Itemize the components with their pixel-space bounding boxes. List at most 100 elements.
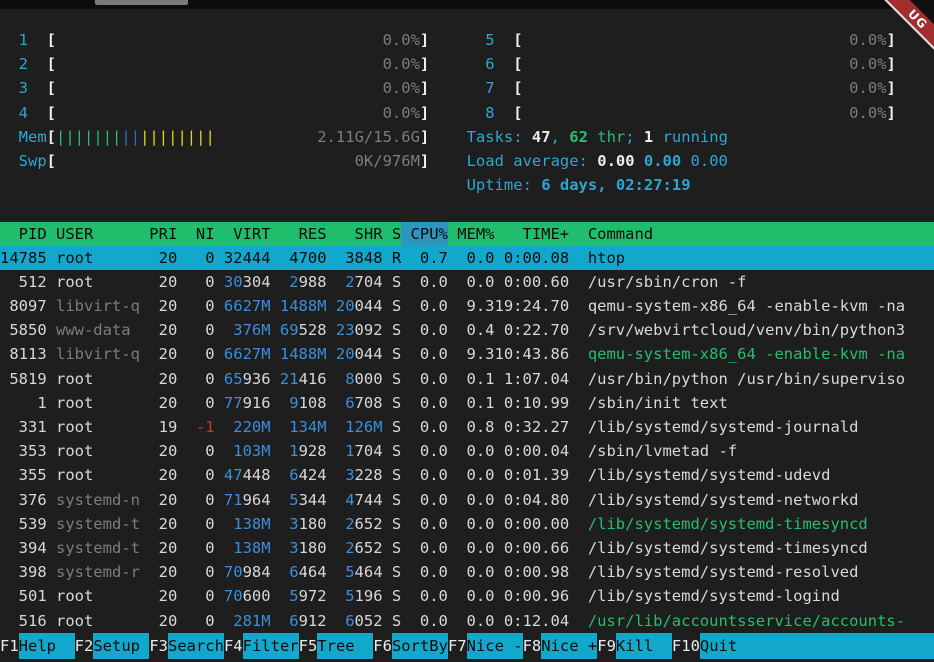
mem-tasks-line: Mem [ |||||||||||||||||2.11G/15.6G ] Tas… [0,125,934,149]
cell-ni: 0 [177,560,214,584]
col-time[interactable]: TIME+ [495,222,570,246]
mem-meter-value: 2.11G/15.6G [317,125,420,149]
process-row[interactable]: 501 root 20 0 70600 5972 5196 S 0.0 0.0 … [0,584,934,608]
fn-key-label[interactable]: Quit [700,633,934,659]
process-row[interactable]: 353 root 20 0 103M 1928 1704 S 0.0 0.0 0… [0,439,934,463]
fn-key[interactable]: F10 [672,633,700,659]
cell-shr: 23092 [327,318,383,342]
col-virt[interactable]: VIRT [215,222,271,246]
cell-user: systemd-t [56,536,140,560]
cell-user: root [56,246,140,270]
col-user[interactable]: USER [56,222,140,246]
process-row[interactable]: 539 systemd-t 20 0 138M 3180 2652 S 0.0 … [0,512,934,536]
cell-time: 0:00.98 [495,560,570,584]
process-row[interactable]: 5819 root 20 0 65936 21416 8000 S 0.0 0.… [0,367,934,391]
cell-mem: 9.3 [448,342,495,366]
process-row[interactable]: 8097 libvirt-q 20 0 6627M 1488M 20044 S … [0,294,934,318]
cell-time: 1:07.04 [495,367,570,391]
fn-key[interactable]: F1 [0,633,19,659]
cell-cpu: 0.0 [401,536,448,560]
process-row[interactable]: 376 systemd-n 20 0 71964 5344 4744 S 0.0… [0,488,934,512]
mem-bar: | [84,128,93,146]
cpu-bracket-close: ] [420,52,429,76]
running-count: 1 [644,125,653,149]
cell-mem: 0.8 [448,415,495,439]
window-drag-handle[interactable] [95,0,188,5]
col-pid[interactable]: PID [0,222,47,246]
fn-key-label[interactable]: SortBy [392,633,448,659]
tasks-count: 47 [532,125,551,149]
fn-key[interactable]: F5 [299,633,318,659]
cell-shr: 1704 [327,439,383,463]
cell-res: 6424 [271,463,327,487]
col-mem[interactable]: MEM% [448,222,495,246]
col-shr[interactable]: SHR [327,222,383,246]
swp-bracket-open: [ [47,149,56,173]
cell-shr: 2704 [327,270,383,294]
col-pri[interactable]: PRI [140,222,177,246]
cpu-meter-value: 0.0% [56,101,420,125]
cell-ni: 0 [177,391,214,415]
cell-pri: 20 [140,270,177,294]
cell-mem: 0.0 [448,439,495,463]
cell-command: /lib/systemd/systemd-resolved [588,560,934,584]
process-row[interactable]: 355 root 20 0 47448 6424 3228 S 0.0 0.0 … [0,463,934,487]
fn-key[interactable]: F4 [224,633,243,659]
cell-cpu: 0.0 [401,560,448,584]
cpu-meter-value: 0.0% [56,52,420,76]
cell-virt: 77916 [215,391,271,415]
fn-key-label[interactable]: Tree [317,633,373,659]
process-row[interactable]: 394 systemd-t 20 0 138M 3180 2652 S 0.0 … [0,536,934,560]
load-label: Load average: [467,149,598,173]
cell-pri: 20 [140,560,177,584]
cell-mem: 0.0 [448,560,495,584]
cell-pid: 5850 [0,318,47,342]
cell-command: /usr/lib/accountsservice/accounts- [588,609,934,633]
cell-pri: 20 [140,463,177,487]
process-row[interactable]: 1 root 20 0 77916 9108 6708 S 0.0 0.1 0:… [0,391,934,415]
mem-bracket-open: [ [47,125,56,149]
cell-user: libvirt-q [56,342,140,366]
uptime-label: Uptime: [467,173,542,197]
fn-key-label[interactable]: Setup [93,633,149,659]
fn-key[interactable]: F6 [373,633,392,659]
cell-mem: 0.0 [448,536,495,560]
fn-key[interactable]: F2 [75,633,94,659]
col-ni[interactable]: NI [177,222,214,246]
col-state[interactable]: S [383,222,402,246]
cell-shr: 3228 [327,463,383,487]
threads-label: thr [588,125,625,149]
process-row[interactable]: 8113 libvirt-q 20 0 6627M 1488M 20044 S … [0,342,934,366]
fn-key[interactable]: F7 [448,633,467,659]
process-list: 14785 root 20 0 32444 4700 3848 R 0.7 0.… [0,246,934,633]
cell-pid: 355 [0,463,47,487]
cell-mem: 0.0 [448,463,495,487]
cell-cpu: 0.0 [401,512,448,536]
cell-user: systemd-n [56,488,140,512]
fn-key-label[interactable]: Search [168,633,224,659]
cell-pid: 1 [0,391,47,415]
col-command[interactable]: Command [588,222,934,246]
process-row[interactable]: 512 root 20 0 30304 2988 2704 S 0.0 0.0 … [0,270,934,294]
fn-key-label[interactable]: Nice + [541,633,597,659]
fn-key-label[interactable]: Kill [616,633,672,659]
process-row[interactable]: 5850 www-data 20 0 376M 69528 23092 S 0.… [0,318,934,342]
cell-pid: 331 [0,415,47,439]
cell-mem: 0.0 [448,609,495,633]
cell-virt: 103M [215,439,271,463]
col-res[interactable]: RES [271,222,327,246]
process-row[interactable]: 398 systemd-r 20 0 70984 6464 5464 S 0.0… [0,560,934,584]
fn-key-label[interactable]: Help [19,633,75,659]
fn-key-label[interactable]: Nice - [467,633,523,659]
process-row[interactable]: 14785 root 20 0 32444 4700 3848 R 0.7 0.… [0,246,934,270]
process-row[interactable]: 516 root 20 0 281M 6912 6052 S 0.0 0.0 0… [0,609,934,633]
fn-key[interactable]: F8 [523,633,542,659]
cell-user: root [56,439,140,463]
cell-virt: 70600 [215,584,271,608]
fn-key[interactable]: F3 [149,633,168,659]
process-row[interactable]: 331 root 19 -1 220M 134M 126M S 0.0 0.8 … [0,415,934,439]
fn-key[interactable]: F9 [597,633,616,659]
fn-key-label[interactable]: Filter [243,633,299,659]
cell-ni: 0 [177,294,214,318]
col-cpu-sort[interactable]: CPU% [401,222,448,246]
